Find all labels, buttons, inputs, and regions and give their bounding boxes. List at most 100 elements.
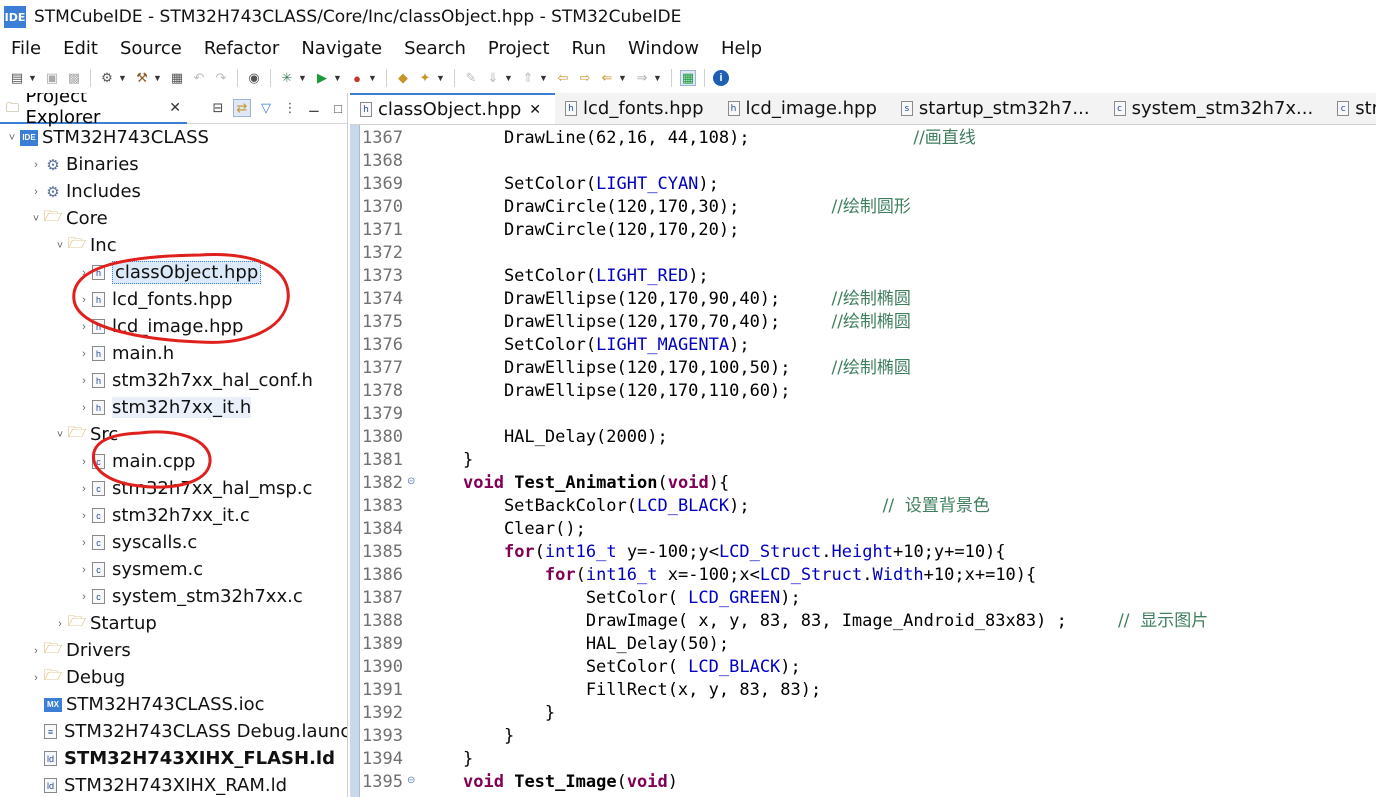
info-icon[interactable]: i <box>713 70 729 86</box>
collapse-chevron-icon[interactable]: › <box>76 402 92 414</box>
external-tools-icon[interactable]: ● <box>349 70 365 86</box>
tree-item[interactable]: › c system_stm32h7xx.c <box>76 583 303 610</box>
maximize-icon[interactable]: □ <box>329 99 347 117</box>
chevron-down-icon[interactable]: ▼ <box>298 73 308 83</box>
code-line[interactable]: SetColor(LIGHT_CYAN); <box>463 173 719 196</box>
code-line[interactable]: } <box>463 449 473 472</box>
collapse-chevron-icon[interactable]: › <box>76 537 92 549</box>
run-icon[interactable]: ▶ <box>314 70 330 86</box>
save-all-icon[interactable]: ▩ <box>66 70 82 86</box>
editor-tab[interactable]: s startup_stm32h7... <box>891 93 1104 124</box>
collapse-chevron-icon[interactable]: › <box>28 159 44 171</box>
tree-item[interactable]: › ⚙ Includes <box>28 178 141 205</box>
collapse-chevron-icon[interactable]: › <box>76 591 92 603</box>
nav-back-icon[interactable]: ↶ <box>191 70 207 86</box>
next-edit-icon[interactable]: ⇑ <box>520 70 536 86</box>
chevron-down-icon[interactable]: ▼ <box>436 73 446 83</box>
build-config-icon[interactable]: ⚙ <box>99 70 115 86</box>
tree-item[interactable]: › c main.cpp <box>76 448 195 475</box>
project-explorer-tab[interactable]: 🗀 Project Explorer ✕ <box>0 93 187 128</box>
collapse-chevron-icon[interactable]: › <box>76 294 92 306</box>
code-line[interactable]: DrawCircle(120,170,20); <box>463 219 739 242</box>
nav-forward-icon[interactable]: ↷ <box>213 70 229 86</box>
code-line[interactable]: SetColor(LIGHT_MAGENTA); <box>463 334 750 357</box>
fold-toggle-icon[interactable]: ⊝ <box>407 476 415 487</box>
close-icon[interactable]: ✕ <box>529 102 541 118</box>
chevron-down-icon[interactable]: ▼ <box>504 73 514 83</box>
arrow-left-icon[interactable]: ⇐ <box>599 70 615 86</box>
tree-item[interactable]: › h main.h <box>76 340 174 367</box>
code-line[interactable]: FillRect(x, y, 83, 83); <box>463 679 821 702</box>
collapse-chevron-icon[interactable]: › <box>28 672 44 684</box>
chevron-down-icon[interactable]: ▼ <box>28 73 38 83</box>
new-icon[interactable]: ▤ <box>9 70 25 86</box>
menu-window[interactable]: Window <box>617 38 710 59</box>
tree-item[interactable]: ˅ 🗁 Inc <box>52 232 117 259</box>
collapse-chevron-icon[interactable]: › <box>28 645 44 657</box>
chevron-down-icon[interactable]: ▼ <box>539 73 549 83</box>
code-line[interactable]: SetBackColor(LCD_BLACK); // 设置背景色 <box>463 495 990 518</box>
menu-navigate[interactable]: Navigate <box>290 38 393 59</box>
collapse-chevron-icon[interactable]: › <box>28 186 44 198</box>
collapse-chevron-icon[interactable]: › <box>76 456 92 468</box>
tree-item[interactable]: › ⚙ Binaries <box>28 151 139 178</box>
expand-chevron-icon[interactable]: ˅ <box>52 240 68 252</box>
back-icon[interactable]: ⇦ <box>555 70 571 86</box>
code-line[interactable]: DrawCircle(120,170,30); //绘制圆形 <box>463 196 911 219</box>
code-line[interactable]: SetColor( LCD_GREEN); <box>463 587 801 610</box>
menu-project[interactable]: Project <box>477 38 561 59</box>
code-line[interactable]: DrawEllipse(120,170,110,60); <box>463 380 791 403</box>
menu-run[interactable]: Run <box>561 38 618 59</box>
tree-item[interactable]: › c stm32h7xx_it.c <box>76 502 250 529</box>
code-line[interactable]: SetColor( LCD_BLACK); <box>463 656 801 679</box>
save-icon[interactable]: ▣ <box>44 70 60 86</box>
editor-tab[interactable]: h classObject.hpp ✕ <box>350 93 556 124</box>
editor-tab[interactable]: h lcd_image.hpp <box>718 93 891 124</box>
filter-icon[interactable]: ▽ <box>257 99 275 117</box>
collapse-chevron-icon[interactable]: › <box>76 375 92 387</box>
tree-item[interactable]: › c sysmem.c <box>76 556 203 583</box>
code-line[interactable]: for(int16_t x=-100;x<LCD_Struct.Width+10… <box>463 564 1036 587</box>
tree-item[interactable]: ld STM32H743XIHX_FLASH.ld <box>28 745 335 772</box>
annotation-icon[interactable]: ✎ <box>463 70 479 86</box>
chevron-down-icon[interactable]: ▼ <box>153 73 163 83</box>
expand-chevron-icon[interactable]: ˅ <box>52 429 68 441</box>
menu-help[interactable]: Help <box>710 38 773 59</box>
tree-item[interactable]: ˅ 🗁 Core <box>28 205 108 232</box>
forward-icon[interactable]: ⇨ <box>577 70 593 86</box>
tree-item[interactable]: ld STM32H743XIHX_RAM.ld <box>28 772 287 797</box>
code-line[interactable]: DrawEllipse(120,170,90,40); //绘制椭圆 <box>463 288 911 311</box>
collapse-chevron-icon[interactable]: › <box>76 510 92 522</box>
menu-file[interactable]: File <box>0 38 52 59</box>
tree-item[interactable]: › h stm32h7xx_it.h <box>76 394 252 421</box>
chevron-down-icon[interactable]: ▼ <box>368 73 378 83</box>
open-type-icon[interactable]: ◆ <box>395 70 411 86</box>
search-icon[interactable]: ✦ <box>417 70 433 86</box>
menu-refactor[interactable]: Refactor <box>193 38 291 59</box>
view-menu-icon[interactable]: ⋮ <box>281 99 299 117</box>
expand-chevron-icon[interactable]: ˅ <box>28 213 44 225</box>
minimize-icon[interactable]: ⚊ <box>305 99 323 117</box>
collapse-chevron-icon[interactable]: › <box>76 348 92 360</box>
tree-item[interactable]: ≡ STM32H743CLASS Debug.launch <box>28 718 347 745</box>
collapse-all-icon[interactable]: ⊟ <box>209 99 227 117</box>
collapse-chevron-icon[interactable]: › <box>52 618 68 630</box>
editor-tab[interactable]: c system_stm32h7x... <box>1104 93 1328 124</box>
collapse-chevron-icon[interactable]: › <box>76 321 92 333</box>
code-line[interactable]: DrawLine(62,16, 44,108); //画直线 <box>463 127 976 150</box>
code-line[interactable]: HAL_Delay(50); <box>463 633 729 656</box>
code-line[interactable]: void Test_Animation(void){ <box>463 472 729 495</box>
chevron-down-icon[interactable]: ▼ <box>653 73 663 83</box>
fold-toggle-icon[interactable]: ⊝ <box>407 775 415 786</box>
code-line[interactable]: } <box>463 702 555 725</box>
code-editor[interactable]: 1367 DrawLine(62,16, 44,108); //画直线 1368 1… <box>350 125 1376 797</box>
code-line[interactable]: for(int16_t y=-100;y<LCD_Struct.Height+1… <box>463 541 1006 564</box>
tree-item[interactable]: › 🗁 Debug <box>28 664 125 691</box>
tree-item[interactable]: ˅ IDE STM32H743CLASS <box>4 124 209 151</box>
collapse-chevron-icon[interactable]: › <box>76 564 92 576</box>
tree-item[interactable]: › h stm32h7xx_hal_conf.h <box>76 367 313 394</box>
binary-icon[interactable]: ▦ <box>169 70 185 86</box>
tree-item[interactable]: › c stm32h7xx_hal_msp.c <box>76 475 312 502</box>
menu-edit[interactable]: Edit <box>52 38 109 59</box>
menu-search[interactable]: Search <box>393 38 477 59</box>
